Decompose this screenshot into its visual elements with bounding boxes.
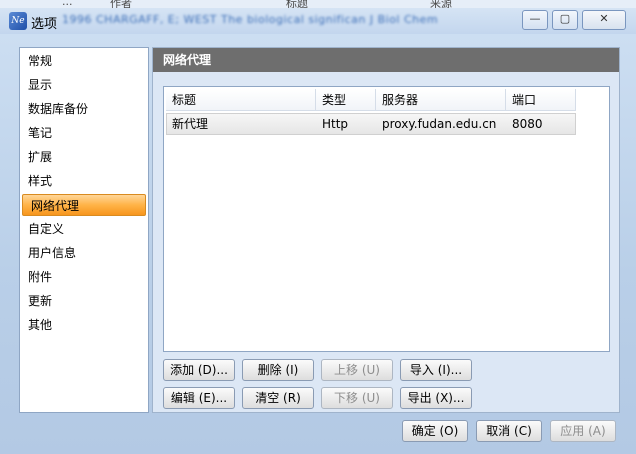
import-button[interactable]: 导入 (I)...	[400, 359, 472, 381]
delete-button[interactable]: 删除 (I)	[242, 359, 314, 381]
edit-button[interactable]: 编辑 (E)...	[163, 387, 235, 409]
row-port-cell: 8080	[512, 117, 543, 131]
sidebar-item-extensions[interactable]: 扩展	[20, 146, 148, 168]
column-header-title[interactable]: 标题	[166, 89, 316, 111]
column-header-type[interactable]: 类型	[316, 89, 376, 111]
sidebar-item-attachments[interactable]: 附件	[20, 266, 148, 288]
sidebar-item-general[interactable]: 常规	[20, 50, 148, 72]
minimize-button[interactable]: —	[522, 10, 548, 30]
sidebar-item-other[interactable]: 其他	[20, 314, 148, 336]
sidebar-item-user-info[interactable]: 用户信息	[20, 242, 148, 264]
sidebar-item-network-proxy[interactable]: 网络代理	[22, 194, 146, 216]
sidebar-item-styles[interactable]: 样式	[20, 170, 148, 192]
app-logo-icon: Ne	[9, 12, 27, 30]
export-button[interactable]: 导出 (X)...	[400, 387, 472, 409]
panel-title: 网络代理	[153, 48, 619, 72]
sidebar-item-updates[interactable]: 更新	[20, 290, 148, 312]
proxy-settings-panel: 网络代理 标题 类型 服务器 端口 新代理 Http proxy.fudan.e…	[152, 47, 620, 413]
column-header-server[interactable]: 服务器	[376, 89, 506, 111]
blurred-background-text: 1996 CHARGAFF, E; WEST The biological si…	[62, 13, 439, 26]
row-title-cell: 新代理	[172, 117, 209, 131]
column-header-port[interactable]: 端口	[506, 89, 576, 111]
row-type-cell: Http	[322, 117, 349, 131]
add-button[interactable]: 添加 (D)...	[163, 359, 235, 381]
title-bar: ... 作者 标题 来源 Ne 选项 1996 CHARGAFF, E; WES…	[0, 0, 636, 34]
clear-button[interactable]: 清空 (R)	[242, 387, 314, 409]
sidebar-item-display[interactable]: 显示	[20, 74, 148, 96]
sidebar-item-custom[interactable]: 自定义	[20, 218, 148, 240]
options-sidebar: 常规 显示 数据库备份 笔记 扩展 样式 网络代理 自定义 用户信息 附件 更新…	[19, 47, 149, 413]
maximize-button[interactable]: ▢	[552, 10, 578, 30]
cancel-button[interactable]: 取消 (C)	[476, 420, 542, 442]
row-server-cell: proxy.fudan.edu.cn	[382, 117, 497, 131]
proxy-list[interactable]: 标题 类型 服务器 端口 新代理 Http proxy.fudan.edu.cn…	[163, 86, 610, 352]
ok-button[interactable]: 确定 (O)	[402, 420, 468, 442]
window-title: 选项	[31, 17, 58, 32]
sidebar-item-database-backup[interactable]: 数据库备份	[20, 98, 148, 120]
move-down-button[interactable]: 下移 (U)	[321, 387, 393, 409]
background-column-strip: ... 作者 标题 来源	[0, 0, 636, 8]
close-button[interactable]: ✕	[582, 10, 626, 30]
sidebar-item-notes[interactable]: 笔记	[20, 122, 148, 144]
move-up-button[interactable]: 上移 (U)	[321, 359, 393, 381]
apply-button[interactable]: 应用 (A)	[550, 420, 616, 442]
